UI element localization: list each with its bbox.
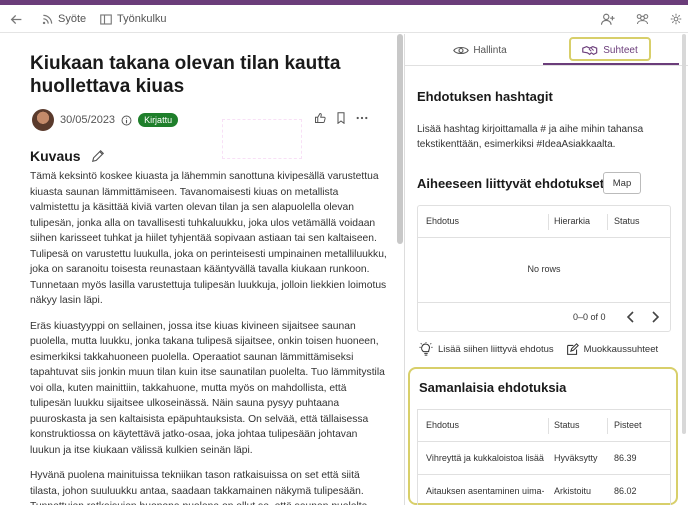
column-separator[interactable] xyxy=(548,418,549,434)
table-pagination: 0–0 of 0 xyxy=(418,302,670,332)
cell-ehdotus: Vihreyttä ja kukkaloistoa lisää xyxy=(426,453,544,463)
idea-date: 30/05/2023 xyxy=(60,114,116,126)
pencil-icon[interactable] xyxy=(91,149,105,163)
settings-icon[interactable] xyxy=(670,13,682,25)
related-title: Aiheeseen liittyvät ehdotukset xyxy=(417,176,605,191)
empty-rows-text: No rows xyxy=(527,264,561,274)
cell-pisteet: 86.39 xyxy=(614,453,637,463)
top-toolbar: Syöte Työnkulku xyxy=(0,5,688,33)
meta-actions xyxy=(314,112,368,124)
idea-detail-pane: Kiukaan takana olevan tilan kautta huoll… xyxy=(0,34,405,505)
bookmark-icon[interactable] xyxy=(336,112,346,124)
lightbulb-icon xyxy=(419,342,433,356)
info-icon[interactable] xyxy=(121,115,132,126)
map-button[interactable]: Map xyxy=(603,172,641,194)
tab-bar: Hallinta Suhteet xyxy=(405,34,688,66)
pagination-text: 0–0 of 0 xyxy=(573,312,606,322)
table-row[interactable]: Aitauksen asentaminen uima-... Arkistoit… xyxy=(418,476,670,505)
description-header: Kuvaus xyxy=(30,148,105,164)
edit-relations-link[interactable]: Muokkaussuhteet xyxy=(566,342,659,356)
column-separator[interactable] xyxy=(607,418,608,434)
status-badge: Kirjattu xyxy=(138,113,179,127)
thumbs-up-icon[interactable] xyxy=(314,112,326,124)
tab-hallinta-label: Hallinta xyxy=(473,44,507,56)
syote-link[interactable]: Syöte xyxy=(42,5,86,33)
cell-status: Hyväksytty xyxy=(554,453,598,463)
column-separator[interactable] xyxy=(607,214,608,230)
edit-relations-label: Muokkaussuhteet xyxy=(583,343,659,355)
description-paragraph: Tämä keksintö koskee kiuasta ja lähemmin… xyxy=(30,171,387,306)
add-user-icon[interactable] xyxy=(601,13,615,26)
similar-ideas-section: Samanlaisia ehdotuksia Ehdotus Status Pi… xyxy=(408,367,678,505)
add-related-link[interactable]: Lisää siihen liittyvä ehdotus xyxy=(419,342,554,356)
cell-status: Arkistoitu xyxy=(554,486,592,496)
active-tab-indicator xyxy=(543,63,679,65)
similar-table-header: Ehdotus Status Pisteet xyxy=(418,410,670,442)
related-table-header: Ehdotus Hierarkia Status xyxy=(418,206,670,238)
hashtags-description: Lisää hashtag kirjoittamalla # ja aihe m… xyxy=(417,124,644,150)
more-icon[interactable] xyxy=(356,116,368,120)
add-related-label: Lisää siihen liittyvä ehdotus xyxy=(438,343,554,355)
table-row[interactable]: Vihreyttä ja kukkaloistoa lisää Hyväksyt… xyxy=(418,443,670,475)
tab-suhteet[interactable]: Suhteet xyxy=(545,34,675,66)
column-header-pisteet[interactable]: Pisteet xyxy=(614,420,642,430)
tyonkulku-label: Työnkulku xyxy=(117,13,167,25)
right-scrollbar[interactable] xyxy=(682,34,686,434)
column-header-ehdotus[interactable]: Ehdotus xyxy=(426,216,459,226)
column-header-ehdotus[interactable]: Ehdotus xyxy=(426,420,459,430)
syote-label: Syöte xyxy=(58,13,87,25)
eye-icon xyxy=(453,46,470,54)
similar-table: Ehdotus Status Pisteet Vihreyttä ja kukk… xyxy=(417,409,671,505)
related-table: Ehdotus Hierarkia Status No rows 0–0 of … xyxy=(417,205,671,332)
edit-icon xyxy=(566,342,579,355)
group-icon[interactable] xyxy=(635,13,650,25)
cell-ehdotus: Aitauksen asentaminen uima-... xyxy=(426,486,544,496)
chevron-left-icon[interactable] xyxy=(626,310,636,324)
back-button[interactable] xyxy=(10,5,23,33)
hashtags-title: Ehdotuksen hashtagit xyxy=(417,89,553,104)
description-heading: Kuvaus xyxy=(30,148,81,164)
top-right-actions xyxy=(601,5,682,33)
idea-title: Kiukaan takana olevan tilan kautta huoll… xyxy=(30,53,341,97)
column-header-hierarkia[interactable]: Hierarkia xyxy=(554,216,590,226)
tyonkulku-link[interactable]: Työnkulku xyxy=(100,5,167,33)
relations-pane: Hallinta Suhteet Ehdotuksen hashtagit Li… xyxy=(405,34,688,505)
board-icon xyxy=(100,13,112,25)
drag-ghost-overlay xyxy=(222,119,302,159)
cell-pisteet: 86.02 xyxy=(614,486,637,496)
description-paragraph: Hyvänä puolena mainituissa tekniikan tas… xyxy=(30,470,367,505)
description-body: Tämä keksintö koskee kiuasta ja lähemmin… xyxy=(30,169,390,505)
description-paragraph: Eräs kiuastyyppi on sellainen, jossa its… xyxy=(30,320,385,456)
tab-highlight xyxy=(569,37,651,61)
author-avatar[interactable] xyxy=(32,109,54,131)
column-separator[interactable] xyxy=(548,214,549,230)
idea-meta-row: 30/05/2023 Kirjattu xyxy=(32,108,372,132)
arrow-left-icon xyxy=(10,14,22,24)
column-header-status[interactable]: Status xyxy=(614,216,640,226)
relation-links: Lisää siihen liittyvä ehdotus Muokkaussu… xyxy=(419,339,679,359)
chevron-right-icon[interactable] xyxy=(650,310,660,324)
column-header-status[interactable]: Status xyxy=(554,420,580,430)
left-scrollbar[interactable] xyxy=(397,34,403,244)
tab-hallinta[interactable]: Hallinta xyxy=(425,34,535,66)
rss-icon xyxy=(42,14,53,24)
similar-title: Samanlaisia ehdotuksia xyxy=(419,380,567,395)
